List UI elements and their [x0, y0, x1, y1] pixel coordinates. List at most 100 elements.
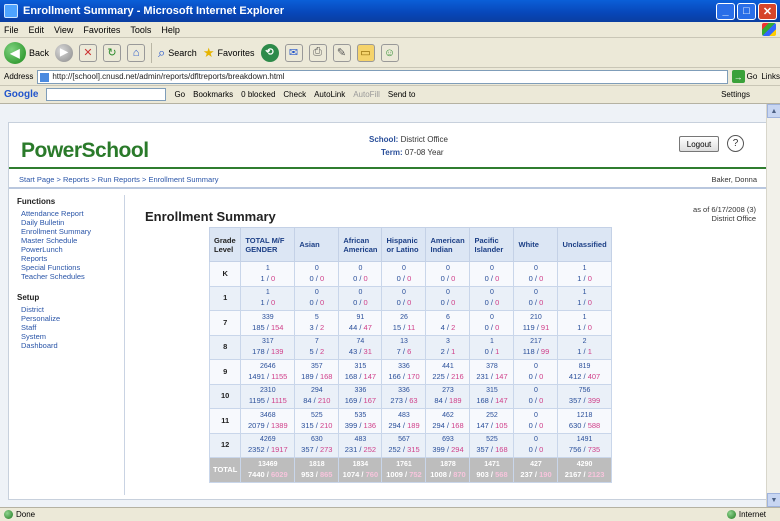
enrollment-cell[interactable]: 315 168 / 147	[469, 383, 515, 409]
menu-file[interactable]: File	[4, 25, 19, 35]
enrollment-cell[interactable]: 00 / 0	[381, 285, 427, 311]
enrollment-cell[interactable]: 00 / 0	[513, 383, 559, 409]
close-button[interactable]: ✕	[758, 2, 777, 20]
vertical-scrollbar[interactable]: ▲ ▼	[766, 104, 780, 507]
search-button[interactable]: ⌕ Search	[158, 45, 197, 61]
stop-icon[interactable]: ✕	[79, 43, 98, 62]
enrollment-cell[interactable]: 00 / 0	[513, 285, 559, 311]
enrollment-cell[interactable]: 26 15 / 11	[381, 310, 427, 336]
enrollment-cell[interactable]: 00 / 0	[513, 261, 559, 287]
header-american-indian[interactable]: American Indian	[425, 227, 471, 262]
enrollment-cell[interactable]: 2310 1195 / 1115	[240, 383, 296, 409]
enrollment-cell[interactable]: 00 / 0	[513, 432, 559, 458]
google-check[interactable]: Check	[283, 90, 306, 99]
history-icon[interactable]: ⟲	[260, 43, 279, 62]
enrollment-cell[interactable]: 315 168 / 147	[338, 359, 383, 385]
enrollment-cell[interactable]: 1761 1009 / 752	[381, 457, 427, 483]
menu-view[interactable]: View	[54, 25, 73, 35]
google-autolink[interactable]: AutoLink	[314, 90, 345, 99]
google-settings[interactable]: Settings	[721, 90, 750, 99]
enrollment-cell[interactable]: 535 399 / 136	[338, 408, 383, 434]
enrollment-cell[interactable]: 32 / 1	[425, 334, 471, 360]
enrollment-cell[interactable]: 53 / 2	[294, 310, 340, 336]
enrollment-cell[interactable]: 64 / 2	[425, 310, 471, 336]
google-search-input[interactable]	[46, 88, 167, 101]
sidebar-link-system[interactable]: System	[21, 332, 124, 341]
enrollment-cell[interactable]: 13469 7440 / 6029	[240, 457, 296, 483]
edit-icon[interactable]: ✎	[332, 43, 351, 62]
enrollment-cell[interactable]: 75 / 2	[294, 334, 340, 360]
header-african-american[interactable]: African American	[338, 227, 383, 262]
print-icon[interactable]: ⎙	[308, 43, 327, 62]
header-white[interactable]: White	[513, 227, 559, 262]
enrollment-cell[interactable]: 336 169 / 167	[338, 383, 383, 409]
back-button[interactable]: ◀ Back	[4, 41, 49, 64]
enrollment-cell[interactable]: 483 294 / 189	[381, 408, 427, 434]
sidebar-link-district[interactable]: District	[21, 305, 124, 314]
menu-favorites[interactable]: Favorites	[83, 25, 120, 35]
header-total[interactable]: TOTAL M/F GENDER	[240, 227, 296, 262]
enrollment-cell[interactable]: 525 357 / 168	[469, 432, 515, 458]
logout-button[interactable]: Logout	[679, 136, 719, 152]
enrollment-cell[interactable]: 00 / 0	[425, 285, 471, 311]
enrollment-cell[interactable]: 11 / 0	[557, 285, 612, 311]
sidebar-link-master-schedule[interactable]: Master Schedule	[21, 236, 124, 245]
google-logo[interactable]: Google	[4, 89, 38, 100]
refresh-icon[interactable]: ↻	[103, 43, 122, 62]
mail-icon[interactable]: ✉	[284, 43, 303, 62]
enrollment-cell[interactable]: 10 / 1	[469, 334, 515, 360]
enrollment-cell[interactable]: 217 118 / 99	[513, 334, 559, 360]
enrollment-cell[interactable]: 00 / 0	[294, 261, 340, 287]
enrollment-cell[interactable]: 1471 903 / 568	[469, 457, 515, 483]
enrollment-cell[interactable]: 11 / 0	[240, 261, 296, 287]
enrollment-cell[interactable]: 11 / 0	[557, 261, 612, 287]
minimize-button[interactable]: _	[716, 2, 735, 20]
sidebar-link-powerlunch[interactable]: PowerLunch	[21, 245, 124, 254]
school-value[interactable]: District Office	[401, 135, 448, 144]
enrollment-cell[interactable]: 1878 1008 / 870	[425, 457, 471, 483]
enrollment-cell[interactable]: 00 / 0	[425, 261, 471, 287]
enrollment-cell[interactable]: 273 84 / 189	[425, 383, 471, 409]
sidebar-link-attendance-report[interactable]: Attendance Report	[21, 209, 124, 218]
powerschool-logo[interactable]: PowerSchool	[21, 139, 149, 163]
header-pacific-islander[interactable]: Pacific Islander	[469, 227, 515, 262]
enrollment-cell[interactable]: 00 / 0	[338, 285, 383, 311]
enrollment-cell[interactable]: 357 189 / 168	[294, 359, 340, 385]
menu-tools[interactable]: Tools	[130, 25, 151, 35]
address-input[interactable]: http://[school].cnusd.net/admin/reports/…	[37, 69, 728, 84]
window-titlebar[interactable]: Enrollment Summary - Microsoft Internet …	[0, 0, 780, 22]
enrollment-cell[interactable]: 462 294 / 168	[425, 408, 471, 434]
breadcrumb[interactable]: Start Page > Reports > Run Reports > Enr…	[19, 175, 218, 184]
enrollment-cell[interactable]: 21 / 1	[557, 334, 612, 360]
sidebar-link-reports[interactable]: Reports	[21, 254, 124, 263]
folder-icon[interactable]: ▭	[356, 43, 375, 62]
enrollment-cell[interactable]: 00 / 0	[513, 408, 559, 434]
enrollment-cell[interactable]: 1491 756 / 735	[557, 432, 612, 458]
forward-button[interactable]: ▶	[55, 43, 74, 62]
sidebar-link-personalize[interactable]: Personalize	[21, 314, 124, 323]
enrollment-cell[interactable]: 74 43 / 31	[338, 334, 383, 360]
menu-help[interactable]: Help	[161, 25, 180, 35]
term-value[interactable]: 07-08 Year	[405, 148, 444, 157]
enrollment-cell[interactable]: 819 412 / 407	[557, 359, 612, 385]
enrollment-cell[interactable]: 525 315 / 210	[294, 408, 340, 434]
enrollment-cell[interactable]: 3468 2079 / 1389	[240, 408, 296, 434]
enrollment-cell[interactable]: 00 / 0	[469, 261, 515, 287]
links-label[interactable]: Links	[761, 72, 780, 81]
favorites-button[interactable]: ★ Favorites	[203, 45, 255, 61]
enrollment-cell[interactable]: 91 44 / 47	[338, 310, 383, 336]
enrollment-cell[interactable]: 693 399 / 294	[425, 432, 471, 458]
enrollment-cell[interactable]: 210 119 / 91	[513, 310, 559, 336]
enrollment-cell[interactable]: 11 / 0	[557, 310, 612, 336]
enrollment-cell[interactable]: 00 / 0	[469, 285, 515, 311]
google-bookmarks[interactable]: Bookmarks	[193, 90, 233, 99]
enrollment-cell[interactable]: 1834 1074 / 760	[338, 457, 383, 483]
enrollment-cell[interactable]: 4269 2352 / 1917	[240, 432, 296, 458]
sidebar-link-staff[interactable]: Staff	[21, 323, 124, 332]
messenger-icon[interactable]: ☺	[380, 43, 399, 62]
enrollment-cell[interactable]: 00 / 0	[338, 261, 383, 287]
sidebar-link-daily-bulletin[interactable]: Daily Bulletin	[21, 218, 124, 227]
help-icon[interactable]: ?	[727, 135, 744, 152]
enrollment-cell[interactable]: 630 357 / 273	[294, 432, 340, 458]
enrollment-cell[interactable]: 00 / 0	[381, 261, 427, 287]
